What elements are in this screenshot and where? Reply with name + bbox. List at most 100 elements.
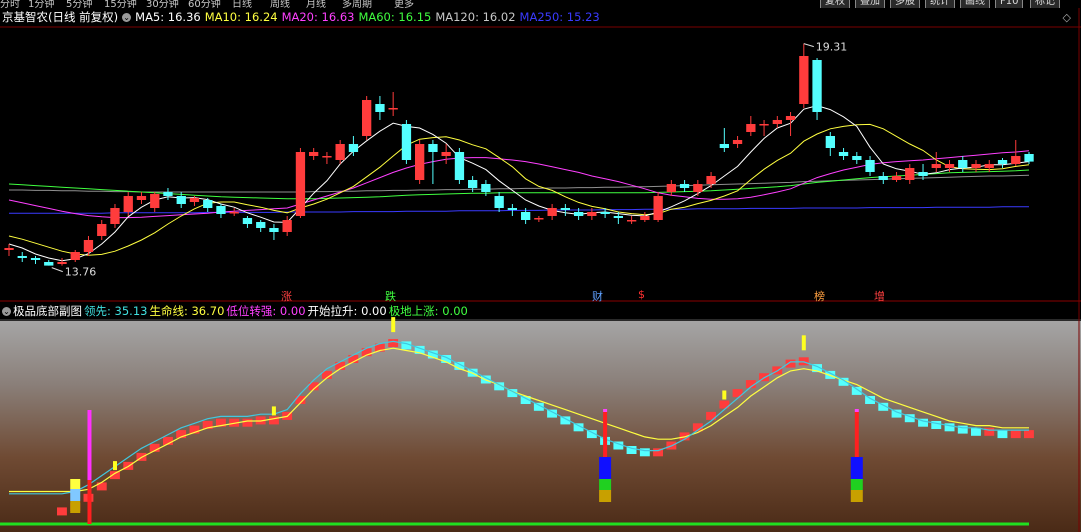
candle-body: [865, 160, 875, 172]
candle-body: [428, 144, 438, 152]
candle-body: [295, 152, 306, 216]
candle-body: [30, 258, 41, 260]
candle-body: [203, 200, 213, 208]
candle-body: [958, 160, 968, 168]
candle-body: [150, 194, 160, 208]
event-marker-3[interactable]: $: [638, 288, 645, 301]
candle-body: [242, 218, 253, 224]
sub-bar: [997, 430, 1008, 439]
candle-body: [984, 164, 994, 168]
sub-indicator-0: 领先: 35.13: [84, 304, 148, 318]
candle-body: [732, 140, 743, 144]
candle-body: [176, 196, 186, 204]
candle-body: [706, 176, 716, 184]
life-line: [9, 347, 1029, 493]
candle-body: [944, 164, 955, 168]
signal-yellow: [70, 479, 81, 489]
signal-red-bar: [603, 411, 608, 457]
candle-body: [812, 60, 822, 112]
candle-body: [388, 108, 398, 110]
candle-body: [229, 212, 239, 214]
event-marker-5[interactable]: 增: [874, 288, 885, 304]
sub-indicator-1: 生命线: 36.70: [149, 304, 225, 318]
candle-body: [891, 176, 902, 180]
candle-body: [547, 208, 557, 216]
candle-body: [640, 216, 650, 220]
candle-body: [905, 168, 915, 180]
candle-body: [83, 240, 94, 252]
candle-body: [468, 180, 478, 188]
sub-chart-title: 极品底部副图: [13, 304, 82, 318]
candle-body: [613, 216, 623, 218]
ma10-line: [8, 123, 1030, 256]
signal-blue: [599, 457, 612, 479]
candle-body: [574, 212, 584, 216]
event-marker-1[interactable]: 跌: [385, 288, 396, 304]
candle-body: [375, 104, 385, 112]
sub-indicator-3: 开始拉升: 0.00: [307, 304, 387, 318]
sub-bar: [971, 427, 981, 436]
signal-gold: [850, 490, 863, 502]
candle-body: [600, 212, 610, 214]
candle-body: [110, 208, 120, 224]
candle-body: [269, 228, 279, 232]
candle-body: [57, 262, 67, 264]
signal-gold: [70, 501, 81, 513]
high-price-pointer: [803, 43, 814, 48]
event-marker-2[interactable]: 财: [592, 288, 603, 304]
signal-lightblue: [70, 489, 81, 501]
ma60-line: [8, 169, 1030, 200]
candle-body: [282, 220, 292, 232]
peak-marker: [391, 317, 396, 333]
peak-marker: [113, 461, 117, 471]
candle-body: [415, 144, 425, 180]
low-price-pointer: [51, 267, 63, 273]
candle-body: [521, 212, 531, 220]
event-marker-0[interactable]: 涨: [281, 288, 292, 304]
sub-bar: [242, 418, 253, 427]
candle-body: [256, 222, 266, 228]
chart-canvas[interactable]: 19.31 13.76: [0, 0, 1081, 532]
low-price-label: 13.76: [65, 266, 97, 279]
candle-body: [799, 56, 809, 104]
signal-blue: [850, 457, 863, 479]
candle-body: [481, 184, 491, 192]
candle-body: [627, 220, 637, 222]
candle-body: [997, 160, 1008, 164]
candle-body: [136, 196, 147, 200]
sub-bar: [1010, 430, 1021, 439]
signal-red-tail: [87, 480, 92, 524]
signal-magenta-bar: [87, 410, 92, 480]
candle-body: [507, 208, 517, 210]
candle-body: [838, 152, 849, 156]
peak-marker: [801, 335, 806, 351]
candle-body: [653, 196, 663, 220]
candle-body: [322, 156, 332, 158]
candle-body: [931, 164, 941, 168]
peak-marker: [722, 390, 727, 400]
candle-body: [918, 172, 928, 176]
candle-body: [719, 144, 729, 148]
sub-bar: [57, 507, 67, 516]
candle-body: [852, 156, 862, 160]
candle-body: [97, 224, 107, 236]
candle-body: [362, 100, 372, 136]
candle-body: [123, 196, 133, 212]
candle-body: [441, 152, 451, 156]
candle-body: [878, 176, 888, 180]
candle-body: [454, 152, 465, 180]
ma250-line: [9, 206, 1029, 214]
candle-body: [4, 248, 14, 250]
signal-cap: [603, 409, 608, 412]
candle-body: [309, 152, 319, 156]
candle-body: [189, 198, 200, 202]
candle-body: [666, 184, 676, 192]
signal-cap: [854, 409, 859, 412]
candle-body: [335, 144, 345, 160]
event-marker-4[interactable]: 榜: [814, 288, 825, 304]
chevron-down-icon[interactable]: ⌄: [2, 307, 11, 316]
candle-body: [587, 212, 597, 216]
candle-body: [759, 124, 769, 126]
candle-body: [494, 196, 504, 208]
signal-green: [850, 479, 863, 490]
